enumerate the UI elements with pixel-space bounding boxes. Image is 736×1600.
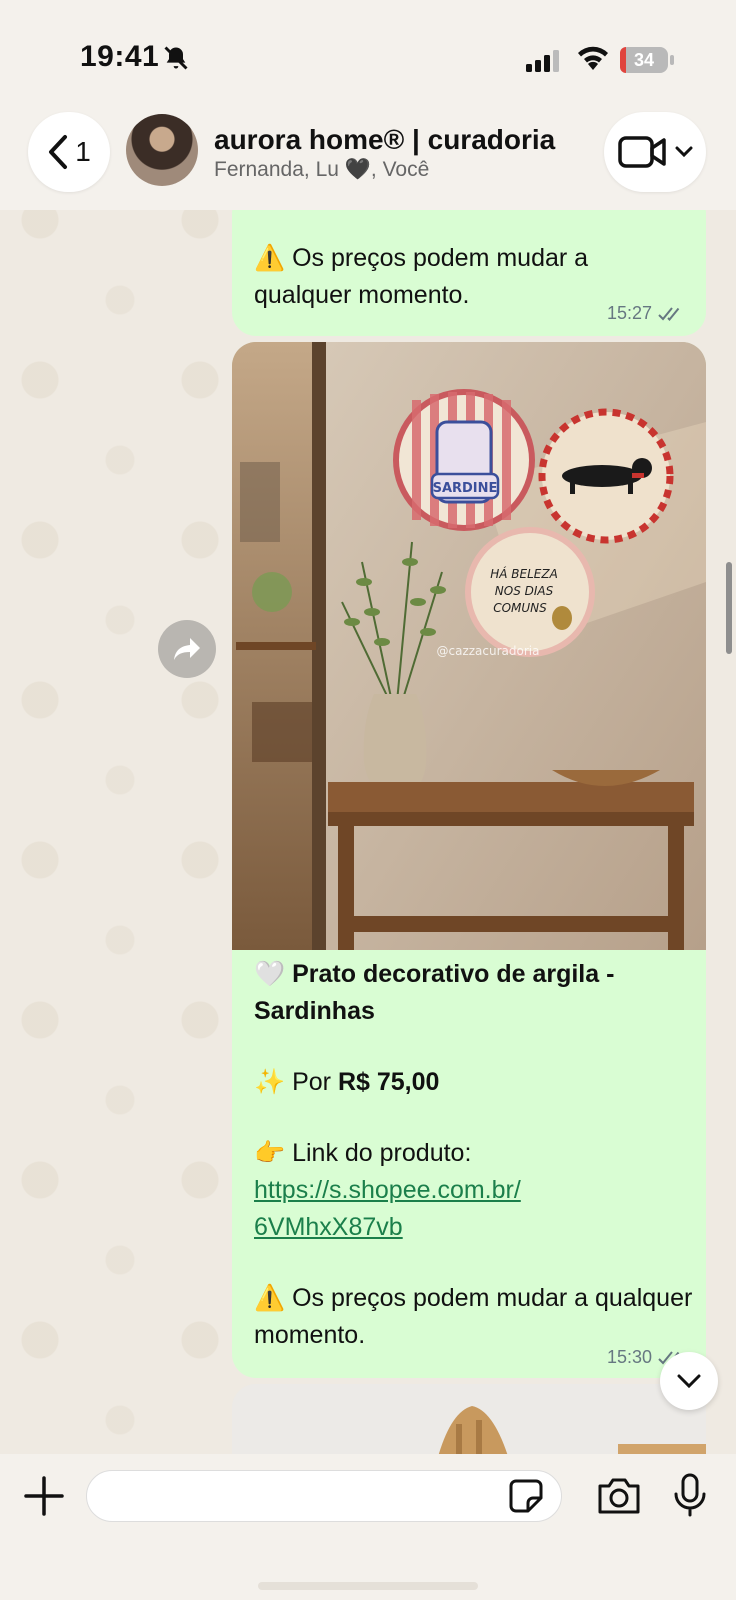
image-watermark: @cazzacuradoria bbox=[437, 644, 540, 658]
cellular-signal-icon bbox=[526, 50, 559, 72]
price-line: ✨ Por R$ 75,00 bbox=[254, 1064, 694, 1101]
double-check-icon bbox=[658, 306, 680, 321]
message-time: 15:30 bbox=[606, 1347, 652, 1367]
product-image bbox=[232, 1384, 706, 1454]
product-link-part1[interactable]: https://s.shopee.com.br/ bbox=[254, 1176, 521, 1204]
battery-level: 34 bbox=[633, 50, 655, 70]
link-label-line: 👉 Link do produto: bbox=[254, 1135, 694, 1172]
pointing-hand-emoji: 👉 bbox=[254, 1139, 286, 1167]
status-time: 19:41 bbox=[80, 40, 160, 73]
group-avatar[interactable] bbox=[126, 114, 198, 186]
plate-phrase-line2: NOS DIAS bbox=[495, 584, 554, 598]
camera-icon[interactable] bbox=[596, 1476, 642, 1516]
back-button[interactable]: 1 bbox=[28, 112, 110, 192]
product-photo: SARDINE HÁ BELEZA NOS DIAS COMUNS @cazza… bbox=[232, 342, 706, 950]
plus-icon[interactable] bbox=[22, 1474, 66, 1518]
product-caption: 🤍 Prato decorativo de argila - Sardinhas… bbox=[254, 950, 694, 1354]
message-bubble[interactable]: ⚠️ Os preços podem mudar a qualquer mome… bbox=[232, 210, 706, 336]
scroll-to-bottom-button[interactable] bbox=[660, 1352, 718, 1410]
message-list[interactable]: ⚠️ Os preços podem mudar a qualquer mome… bbox=[0, 210, 736, 1454]
sardine-label: SARDINE bbox=[433, 481, 498, 496]
battery-indicator: 34 bbox=[620, 47, 674, 73]
message-bubble[interactable]: SARDINE HÁ BELEZA NOS DIAS COMUNS @cazza… bbox=[232, 342, 706, 1378]
product-title: Prato decorativo de argila - Sardinhas bbox=[254, 960, 615, 1025]
message-meta: 15:27 bbox=[607, 303, 684, 324]
chevron-down-icon bbox=[677, 1374, 701, 1389]
microphone-icon[interactable] bbox=[672, 1472, 708, 1518]
share-arrow-icon bbox=[174, 638, 200, 660]
unread-count: 1 bbox=[75, 136, 91, 167]
plate-phrase-line1: HÁ BELEZA bbox=[490, 566, 558, 581]
video-camera-icon bbox=[618, 136, 666, 168]
chevron-left-icon bbox=[49, 135, 68, 169]
product-price: R$ 75,00 bbox=[337, 1068, 440, 1096]
product-link-part2[interactable]: 6VMhxX87vb bbox=[254, 1213, 403, 1241]
chat-header: 1 aurora home® | curadoria Fernanda, Lu … bbox=[0, 110, 736, 210]
wifi-icon bbox=[578, 46, 608, 70]
scrollbar[interactable] bbox=[726, 562, 732, 654]
chat-members[interactable]: Fernanda, Lu 🖤, Você bbox=[214, 158, 429, 182]
price-warning: ⚠️ Os preços podem mudar a qualquer mome… bbox=[254, 1284, 693, 1349]
white-heart-emoji: 🤍 bbox=[254, 960, 286, 988]
plate-phrase-line3: COMUNS bbox=[493, 601, 547, 615]
forward-button[interactable] bbox=[158, 620, 216, 678]
chat-title[interactable]: aurora home® | curadoria bbox=[214, 124, 555, 156]
sparkles-emoji: ✨ bbox=[254, 1068, 286, 1096]
video-call-button[interactable] bbox=[604, 112, 706, 192]
home-indicator bbox=[258, 1582, 478, 1590]
link-label: Link do produto: bbox=[292, 1139, 472, 1167]
message-input[interactable] bbox=[86, 1470, 562, 1522]
product-title-line: 🤍 Prato decorativo de argila - Sardinhas bbox=[254, 956, 694, 1030]
message-bubble[interactable] bbox=[232, 1384, 706, 1454]
product-image[interactable]: SARDINE HÁ BELEZA NOS DIAS COMUNS @cazza… bbox=[232, 342, 706, 950]
bell-slash-icon bbox=[164, 46, 188, 70]
chevron-down-icon bbox=[675, 146, 693, 158]
product-link[interactable]: https://s.shopee.com.br/ 6VMhxX87vb bbox=[254, 1172, 694, 1246]
price-prefix: Por bbox=[292, 1068, 331, 1096]
status-bar: 19:41 34 bbox=[0, 0, 736, 110]
sticker-icon[interactable] bbox=[508, 1478, 544, 1514]
message-time: 15:27 bbox=[606, 303, 652, 323]
message-composer bbox=[0, 1454, 736, 1600]
battery-low-segment bbox=[620, 47, 626, 73]
